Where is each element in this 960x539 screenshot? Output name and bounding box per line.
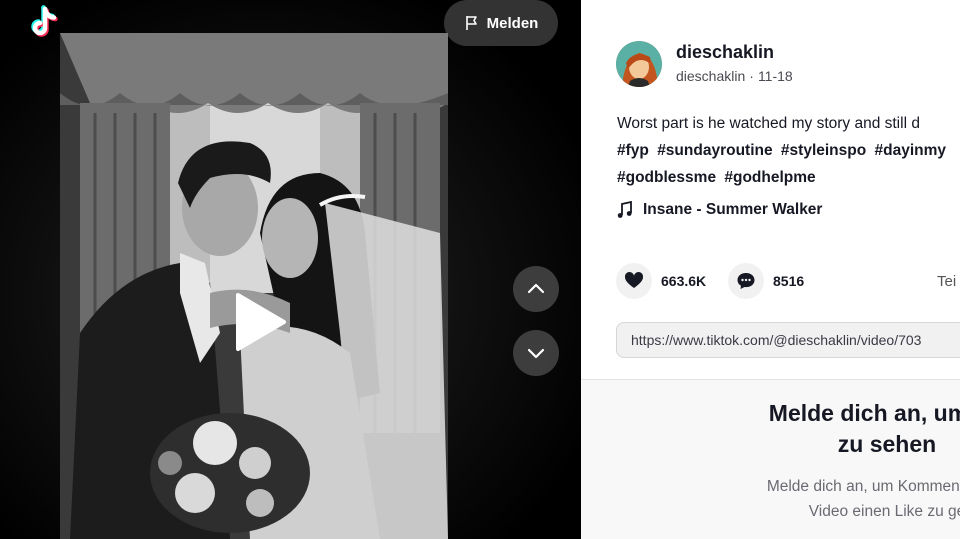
wedding-photo-image (60, 33, 448, 539)
avatar[interactable] (616, 41, 662, 87)
chevron-down-icon (527, 348, 545, 359)
comment-bubble-icon (737, 273, 755, 289)
login-prompt-subtitle: Melde dich an, um Kommentare zu Video ei… (581, 474, 960, 524)
author-meta: dieschaklin · 11-18 (676, 68, 793, 84)
login-title-line-2: zu sehen (837, 431, 937, 457)
hashtag-link[interactable]: #fyp (617, 142, 649, 159)
music-note-icon (617, 201, 632, 218)
hashtags-line-1: #fyp #sundayroutine #styleinspo #dayinmy (617, 137, 960, 164)
music-link[interactable]: Insane - Summer Walker (617, 201, 822, 219)
avatar-image (616, 41, 662, 87)
like-stat: 663.6K (616, 263, 706, 299)
author-handle: dieschaklin (676, 68, 746, 84)
report-label: Melden (486, 14, 539, 32)
video-info-pane: dieschaklin dieschaklin · 11-18 Worst part… (581, 0, 960, 539)
hashtag-link[interactable]: #sundayroutine (657, 142, 772, 159)
video-url-field[interactable]: https://www.tiktok.com/@dieschaklin/vide… (616, 322, 960, 358)
music-title: Insane - Summer Walker (643, 201, 823, 218)
report-button[interactable]: Melden (444, 0, 558, 46)
post-date: 11-18 (757, 68, 793, 84)
login-prompt-title: Melde dich an, um Ko zu sehen (581, 398, 960, 460)
previous-video-button[interactable] (513, 266, 559, 312)
hashtag-link[interactable]: #dayinmy (875, 142, 947, 159)
play-icon[interactable] (232, 291, 288, 353)
login-sub-line-1: Melde dich an, um Kommentare zu (766, 478, 960, 495)
share-button[interactable]: Tei (937, 273, 956, 290)
description-text: Worst part is he watched my story and st… (617, 115, 920, 132)
tiktok-logo-icon[interactable] (24, 4, 64, 44)
next-video-button[interactable] (513, 330, 559, 376)
comment-count: 8516 (773, 273, 805, 289)
video-frame[interactable] (60, 33, 448, 539)
comment-stat: 8516 (728, 263, 804, 299)
author-username[interactable]: dieschaklin (676, 42, 774, 63)
login-title-line-1: Melde dich an, um Ko (768, 400, 960, 426)
login-sub-line-2: Video einen Like zu ge (808, 503, 960, 520)
flag-icon (465, 16, 477, 30)
hashtag-link[interactable]: #styleinspo (781, 142, 866, 159)
comments-login-prompt: Melde dich an, um Ko zu sehen Melde dich… (581, 379, 960, 539)
heart-icon (624, 271, 644, 288)
hashtag-link[interactable]: #godhelpme (724, 169, 815, 186)
like-count: 663.6K (661, 273, 707, 289)
hashtag-link[interactable]: #godblessme (617, 169, 716, 186)
video-description: Worst part is he watched my story and st… (617, 110, 960, 191)
separator-dot: · (749, 68, 754, 84)
chevron-up-icon (527, 283, 545, 294)
hashtags-line-2: #godblessme #godhelpme (617, 164, 960, 191)
video-player-pane: Melden (0, 0, 581, 539)
like-button[interactable] (616, 263, 652, 299)
comment-button[interactable] (728, 263, 764, 299)
